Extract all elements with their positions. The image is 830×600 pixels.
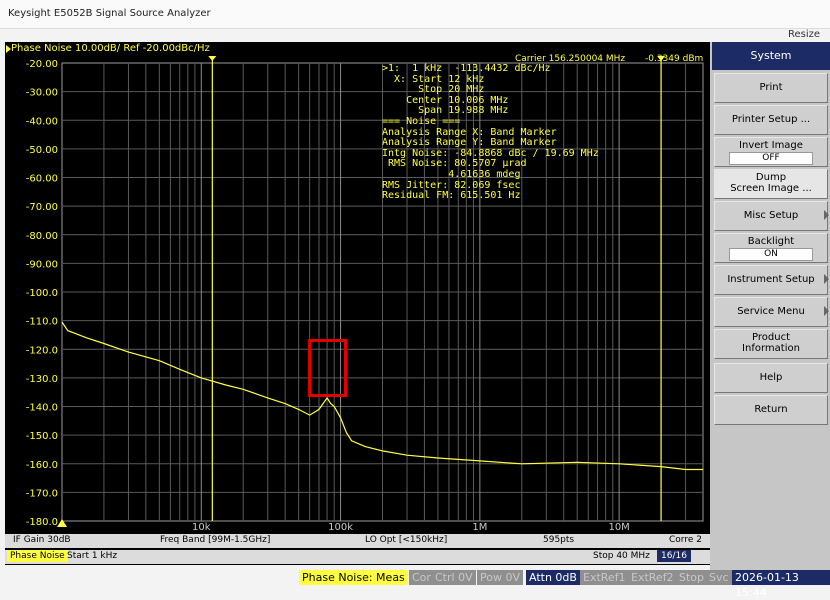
product-label: Product — [752, 332, 790, 343]
submenu-arrow-icon — [824, 274, 829, 284]
x-tick-label: 1M — [472, 522, 487, 533]
printer-setup-label: Printer Setup ... — [731, 114, 811, 125]
print-button[interactable]: Print — [714, 73, 828, 103]
pow-indicator: Pow 0V — [477, 570, 523, 585]
marker-readout-line: Residual FM: 615.501 Hz — [382, 190, 521, 202]
information-label: Information — [742, 343, 800, 354]
y-tick-label: -100.0 — [26, 288, 58, 299]
softkey-menu-title: System — [712, 42, 830, 70]
submenu-arrow-icon — [824, 210, 829, 220]
backlight-label: Backlight — [747, 236, 795, 247]
band-marker-icon — [208, 56, 217, 61]
page-indicator: 16/16 — [657, 550, 691, 562]
y-tick-label: -80.00 — [26, 231, 58, 242]
settings-status-bar: IF Gain 30dB Freq Band [99M-1.5GHz] LO O… — [5, 534, 710, 548]
ctrl-indicator: Ctrl 0V — [432, 570, 476, 585]
dump-screen-image-button[interactable]: Dump Screen Image ... — [714, 169, 828, 199]
stop-freq: Stop 40 MHz — [593, 551, 650, 561]
y-tick-label: -120.0 — [26, 345, 58, 356]
submenu-arrow-icon — [824, 306, 829, 316]
attn-indicator: Attn 0dB — [526, 570, 580, 585]
corre: Corre 2 — [669, 535, 702, 545]
window-titlebar: Keysight E5052B Signal Source Analyzer — [0, 0, 830, 29]
start-freq: Start 1 kHz — [67, 551, 118, 561]
y-tick-label: -60.00 — [26, 174, 58, 185]
marker-readout-line: >1: 1 kHz -113.4432 dBc/Hz — [382, 63, 551, 74]
extref1-indicator: ExtRef1 — [580, 570, 629, 585]
y-tick-label: -30.00 — [26, 88, 58, 99]
marker-readout-line: 4.61636 mdeg — [382, 168, 521, 180]
misc-setup-label: Misc Setup — [743, 210, 799, 221]
y-tick-label: -110.0 — [26, 317, 58, 328]
datetime-indicator: 2026-01-13 15:44 — [732, 570, 830, 599]
help-label: Help — [759, 372, 783, 383]
resize-menu[interactable]: Resize — [788, 29, 820, 40]
y-tick-label: -150.0 — [26, 431, 58, 442]
meas-label: Phase Noise — [7, 550, 68, 562]
dump-label-2: Screen Image ... — [730, 183, 812, 194]
x-tick-label: 100k — [328, 522, 353, 533]
marker-readout: >1: 1 kHz -113.4432 dBc/Hz X: Start 12 k… — [382, 63, 599, 202]
instrument-setup-button[interactable]: Instrument Setup — [714, 265, 829, 295]
instrument-setup-label: Instrument Setup — [727, 274, 815, 285]
y-tick-label: -180.0 — [26, 517, 58, 528]
extref2-indicator: ExtRef2 — [628, 570, 677, 585]
service-menu-button[interactable]: Service Menu — [714, 297, 829, 327]
dump-label: Dump — [755, 172, 787, 183]
backlight-button[interactable]: Backlight ON — [714, 233, 828, 263]
marker-1-icon — [57, 519, 67, 527]
invert-image-label: Invert Image — [739, 140, 803, 151]
y-tick-label: -50.00 — [26, 145, 58, 156]
printer-setup-button[interactable]: Printer Setup ... — [714, 105, 828, 135]
backlight-value: ON — [729, 248, 813, 261]
stop-indicator: Stop — [676, 570, 708, 585]
freq-band: Freq Band [99M-1.5GHz] — [160, 535, 271, 545]
svc-indicator: Svc — [706, 570, 732, 585]
if-gain: IF Gain 30dB — [13, 535, 71, 545]
x-tick-label: 10M — [608, 522, 629, 533]
print-label: Print — [759, 82, 783, 93]
y-tick-label: -130.0 — [26, 374, 58, 385]
y-tick-label: -160.0 — [26, 460, 58, 471]
misc-setup-button[interactable]: Misc Setup — [714, 201, 829, 231]
product-information-button[interactable]: Product Information — [714, 329, 828, 359]
cor-indicator: Cor — [409, 570, 434, 585]
y-tick-label: -40.00 — [26, 116, 58, 127]
invert-image-button[interactable]: Invert Image OFF — [714, 137, 828, 167]
measurement-screen: Phase Noise 10.00dB/ Ref -20.00dBc/Hz Ca… — [5, 42, 710, 565]
band-marker-icon — [657, 56, 666, 61]
y-tick-label: -140.0 — [26, 403, 58, 414]
y-tick-label: -70.00 — [26, 202, 58, 213]
return-button[interactable]: Return — [714, 395, 828, 425]
y-tick-label: -20.00 — [26, 59, 58, 70]
highlight-box — [308, 339, 347, 397]
points: 595pts — [543, 535, 575, 545]
softkey-panel: System Print Printer Setup ... Invert Im… — [710, 42, 830, 572]
x-tick-label: 10k — [192, 522, 211, 533]
invert-image-value: OFF — [729, 152, 813, 165]
y-tick-label: -170.0 — [26, 488, 58, 499]
sweep-status-bar: Phase Noise Start 1 kHz Stop 40 MHz 16/1… — [5, 550, 710, 564]
marker-readout-line: === Noise === — [382, 115, 461, 127]
return-label: Return — [754, 404, 788, 415]
service-menu-label: Service Menu — [737, 306, 805, 317]
y-tick-label: -90.00 — [26, 259, 58, 270]
window-title: Keysight E5052B Signal Source Analyzer — [8, 8, 211, 19]
lo-opt: LO Opt [<150kHz] — [365, 535, 448, 545]
help-button[interactable]: Help — [714, 363, 828, 393]
meas-indicator: Phase Noise: Meas — [299, 570, 408, 585]
phase-noise-plot[interactable]: -20.00 -30.00 -40.00 -50.00 -60.00 -70.00 -80.… — [5, 42, 710, 565]
